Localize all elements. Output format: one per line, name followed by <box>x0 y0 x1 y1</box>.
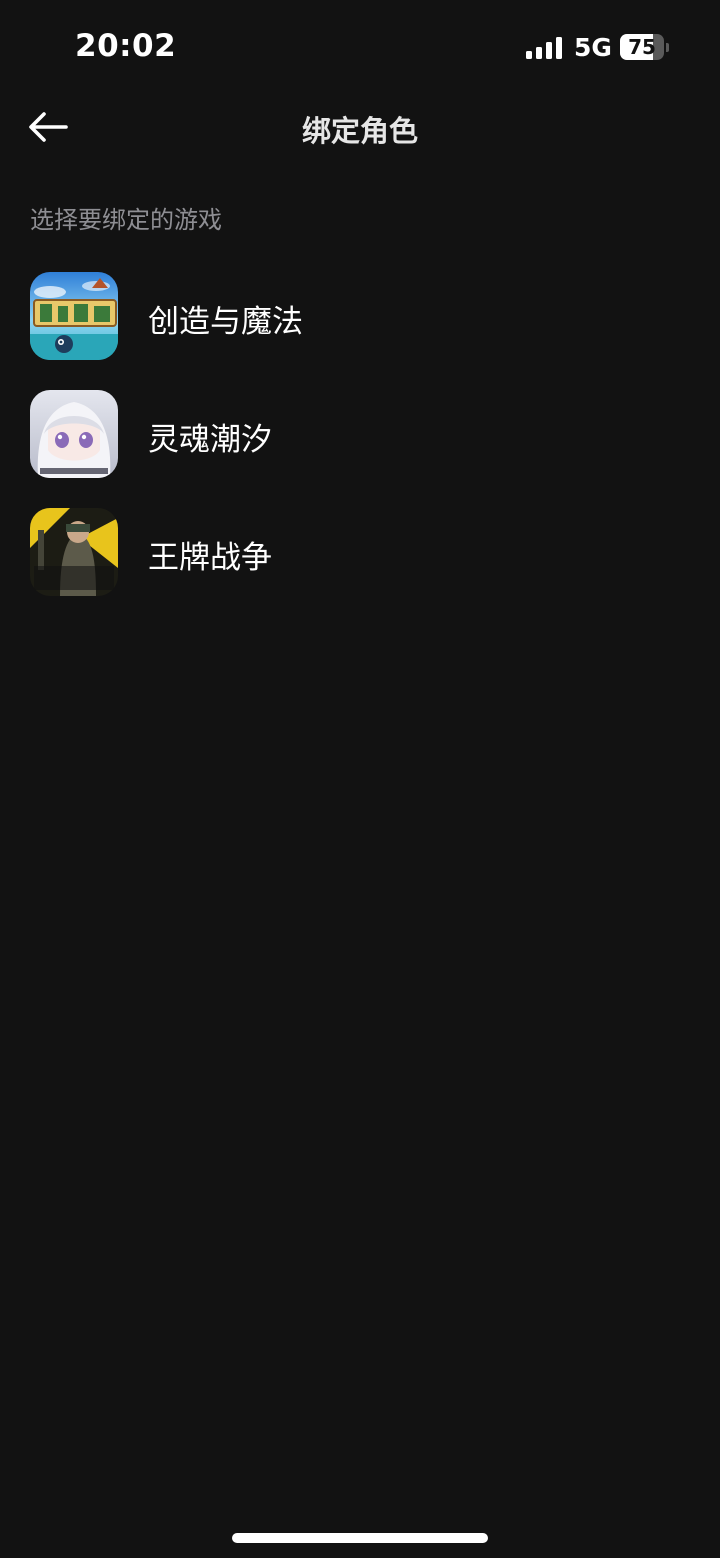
cellular-signal-icon <box>526 37 562 59</box>
battery-icon: 75 <box>620 34 669 60</box>
status-time: 20:02 <box>75 28 177 64</box>
game-name: 灵魂潮汐 <box>148 422 272 458</box>
game-item-ace-war[interactable]: 王牌战争 <box>0 504 720 622</box>
battery-level-text: 75 <box>628 35 656 59</box>
game-icon-creation-and-magic <box>30 272 118 360</box>
game-name: 王牌战争 <box>148 540 272 576</box>
game-list: 创造与魔法 灵魂潮汐 王牌战争 <box>0 268 720 622</box>
section-label: 选择要绑定的游戏 <box>30 206 222 234</box>
game-name: 创造与魔法 <box>148 304 303 340</box>
home-indicator[interactable] <box>232 1533 488 1543</box>
game-icon-soul-tide <box>30 390 118 478</box>
game-icon-ace-war <box>30 508 118 596</box>
page-title: 绑定角色 <box>301 114 418 148</box>
navigation-bar: 绑定角色 <box>0 96 720 160</box>
game-item-creation-and-magic[interactable]: 创造与魔法 <box>0 268 720 386</box>
status-bar: 20:02 5G 75 <box>0 0 720 96</box>
network-type-label: 5G <box>574 33 612 62</box>
game-item-soul-tide[interactable]: 灵魂潮汐 <box>0 386 720 504</box>
